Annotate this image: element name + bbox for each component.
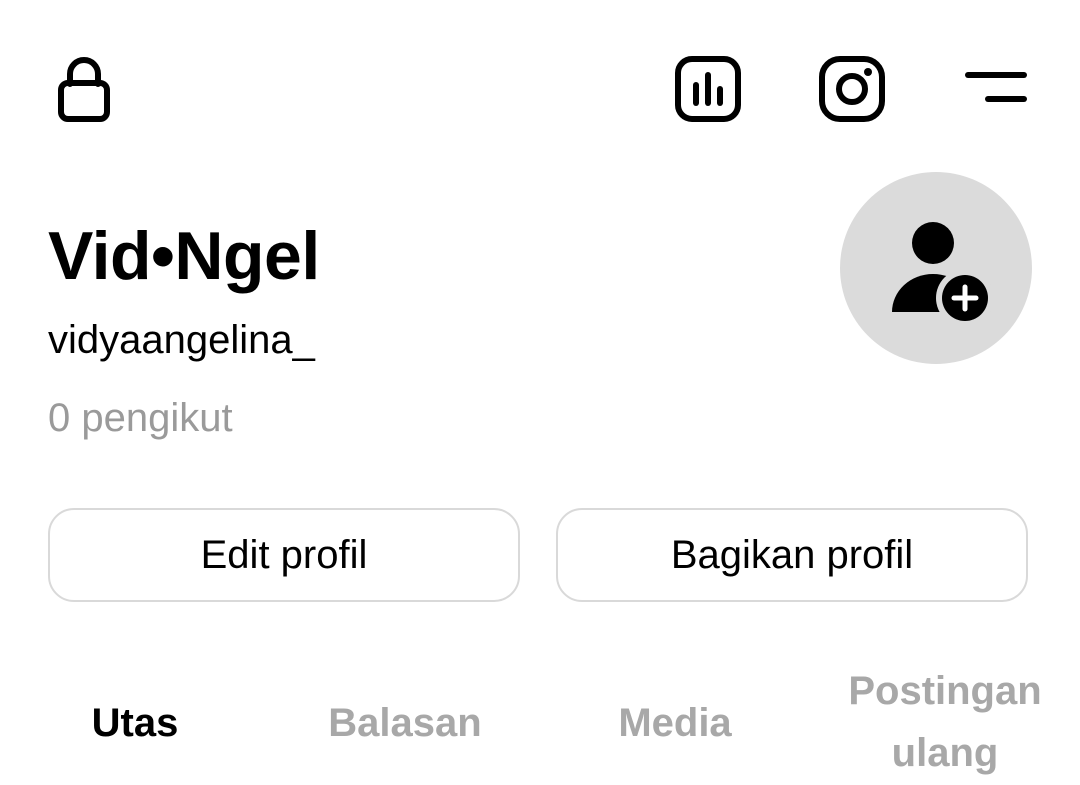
insights-icon[interactable]	[674, 55, 742, 123]
followers-count[interactable]: 0 pengikut	[48, 394, 233, 442]
tab-media[interactable]: Media	[580, 692, 770, 754]
avatar[interactable]	[840, 172, 1032, 364]
lock-icon[interactable]	[56, 52, 112, 124]
edit-profile-button[interactable]: Edit profil	[48, 508, 520, 602]
tab-utas[interactable]: Utas	[40, 692, 230, 754]
instagram-icon[interactable]	[818, 55, 886, 123]
username[interactable]: vidyaangelina_	[48, 316, 315, 364]
add-person-icon	[892, 222, 994, 327]
tab-balasan[interactable]: Balasan	[300, 692, 510, 754]
display-name: Vid•Ngel	[48, 218, 320, 294]
share-profile-button[interactable]: Bagikan profil	[556, 508, 1028, 602]
menu-icon[interactable]	[964, 68, 1028, 108]
tab-postingan-ulang[interactable]: Postingan ulang	[830, 660, 1060, 784]
